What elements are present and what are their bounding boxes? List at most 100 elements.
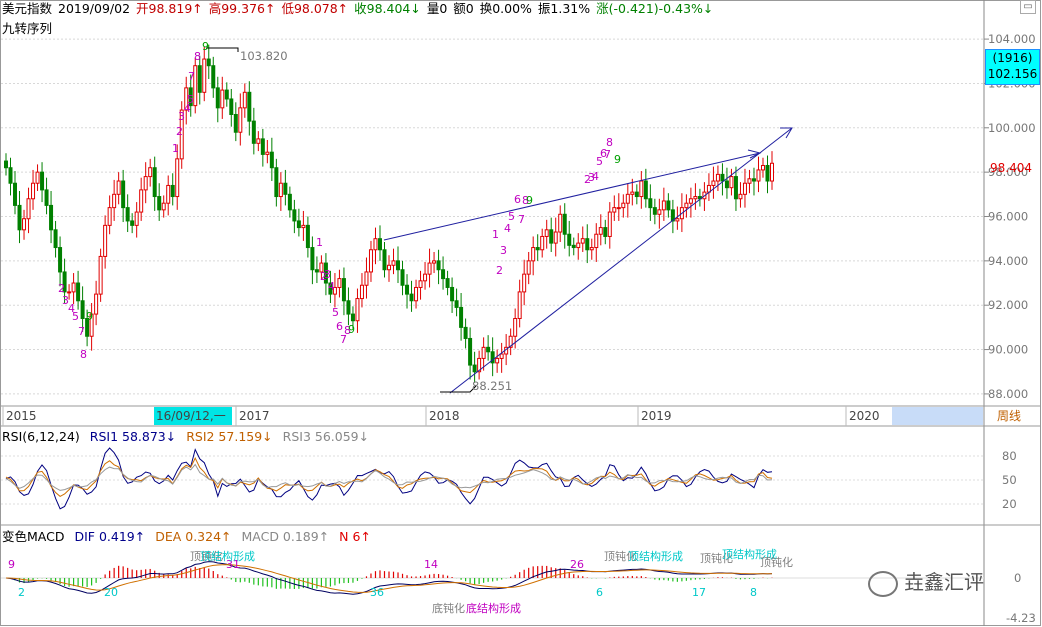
td-count-label: 5	[72, 310, 79, 323]
candle-body	[427, 262, 432, 275]
candle-body	[373, 238, 378, 251]
y-tick-label: 88.000	[988, 387, 1028, 401]
high-price: 高99.376↑	[208, 1, 276, 16]
candle-body	[400, 269, 405, 286]
close-price: 收98.404↓	[354, 1, 421, 16]
candle-body	[607, 211, 612, 237]
amplitude: 振1.31%	[537, 1, 591, 16]
low-annotation: 88.251	[472, 379, 512, 393]
candle-body	[729, 176, 734, 189]
year-label: 2018	[429, 409, 460, 423]
td-count-label: 9	[86, 310, 93, 323]
candle-body	[585, 238, 590, 251]
candle-body	[634, 191, 639, 198]
candle-body	[693, 196, 698, 200]
candle-body	[242, 91, 247, 109]
candle-body	[49, 204, 54, 231]
candle-body	[486, 346, 491, 353]
candle-body	[44, 189, 49, 206]
candle-body	[621, 202, 626, 209]
candle-body	[747, 178, 752, 184]
amount: 额0	[453, 1, 474, 16]
quote-header: 美元指数 2019/09/02 开98.819↑ 高99.376↑ 低98.07…	[2, 1, 715, 16]
candle-body	[526, 260, 531, 275]
year-label: 2020	[849, 409, 880, 423]
candle-body	[441, 269, 446, 280]
cursor-date-label: 16/09/12,一	[156, 409, 226, 423]
td-count-label: 9	[348, 323, 355, 336]
td-count-label: 1	[316, 236, 323, 249]
td-count-label: 1	[492, 228, 499, 241]
volume: 量0	[426, 1, 448, 16]
candle-body	[121, 180, 126, 209]
td-count-label: 7	[604, 148, 611, 161]
candle-body	[657, 209, 662, 215]
candle-body	[301, 224, 306, 229]
td-count-label: 5	[508, 210, 515, 223]
candle-body	[22, 218, 27, 231]
candle-body	[143, 176, 148, 191]
macd-min-label: -4.23	[1006, 611, 1036, 625]
candle-body	[751, 178, 756, 182]
candle-body	[571, 244, 576, 249]
candle-body	[71, 282, 76, 293]
candle-body	[305, 224, 310, 249]
candle-body	[359, 284, 364, 300]
candle-body	[648, 198, 653, 209]
candle-body	[756, 169, 761, 182]
macd-count-label: 9	[8, 558, 15, 571]
candle-body	[738, 193, 743, 200]
candle-body	[553, 231, 558, 244]
candle-body	[675, 218, 680, 222]
td-count-label: 9	[614, 153, 621, 166]
candle-body	[58, 247, 63, 273]
period-label[interactable]: 周线	[997, 409, 1021, 424]
rsi-title: RSI(6,12,24)	[2, 429, 80, 444]
candle-body	[472, 364, 477, 373]
candle-body	[368, 249, 373, 273]
rsi-tick-label: 50	[1002, 473, 1017, 487]
candle-body	[364, 271, 369, 286]
candle-body	[350, 313, 355, 322]
candle-body	[224, 89, 229, 100]
watermark: 垚鑫汇评	[868, 566, 984, 597]
candle-body	[459, 306, 464, 328]
td-count-label: 5	[332, 306, 339, 319]
candle-body	[625, 193, 630, 204]
candle-body	[206, 58, 211, 67]
candle-body	[531, 247, 536, 262]
high-annotation: 103.820	[240, 49, 288, 63]
candle-body	[161, 202, 166, 211]
candle-body	[53, 229, 58, 249]
candle-body	[540, 235, 545, 251]
y-tick-label: 104.000	[988, 32, 1036, 46]
candle-body	[562, 213, 567, 235]
macd-count-label: 2	[18, 586, 25, 599]
candle-body	[80, 300, 85, 320]
macd-zero-label: 0	[1014, 571, 1021, 585]
td-count-label: 8	[80, 348, 87, 361]
candle-body	[170, 184, 175, 198]
candle-body	[251, 120, 256, 144]
y-tick-label: 90.000	[988, 343, 1028, 357]
candle-body	[589, 247, 594, 251]
candle-body	[720, 173, 725, 182]
minimize-icon[interactable]: ▭	[1020, 0, 1036, 14]
n-value: N 6↑	[339, 529, 371, 544]
candle-body	[269, 151, 274, 169]
candle-body	[468, 337, 473, 366]
candle-body	[260, 138, 265, 155]
candle-body	[125, 207, 130, 222]
td-count-label: 4	[328, 280, 335, 293]
candle-body	[643, 180, 648, 200]
rsi-tick-label: 20	[1002, 497, 1017, 511]
candle-body	[594, 233, 599, 249]
candle-body	[513, 318, 518, 337]
td-count-label: 1	[172, 142, 179, 155]
candle-body	[233, 113, 238, 133]
macd-title: 变色MACD	[2, 529, 65, 544]
candle-body	[666, 200, 671, 211]
candle-body	[67, 291, 72, 294]
candle-body	[229, 98, 234, 115]
year-label: 2019	[641, 409, 672, 423]
